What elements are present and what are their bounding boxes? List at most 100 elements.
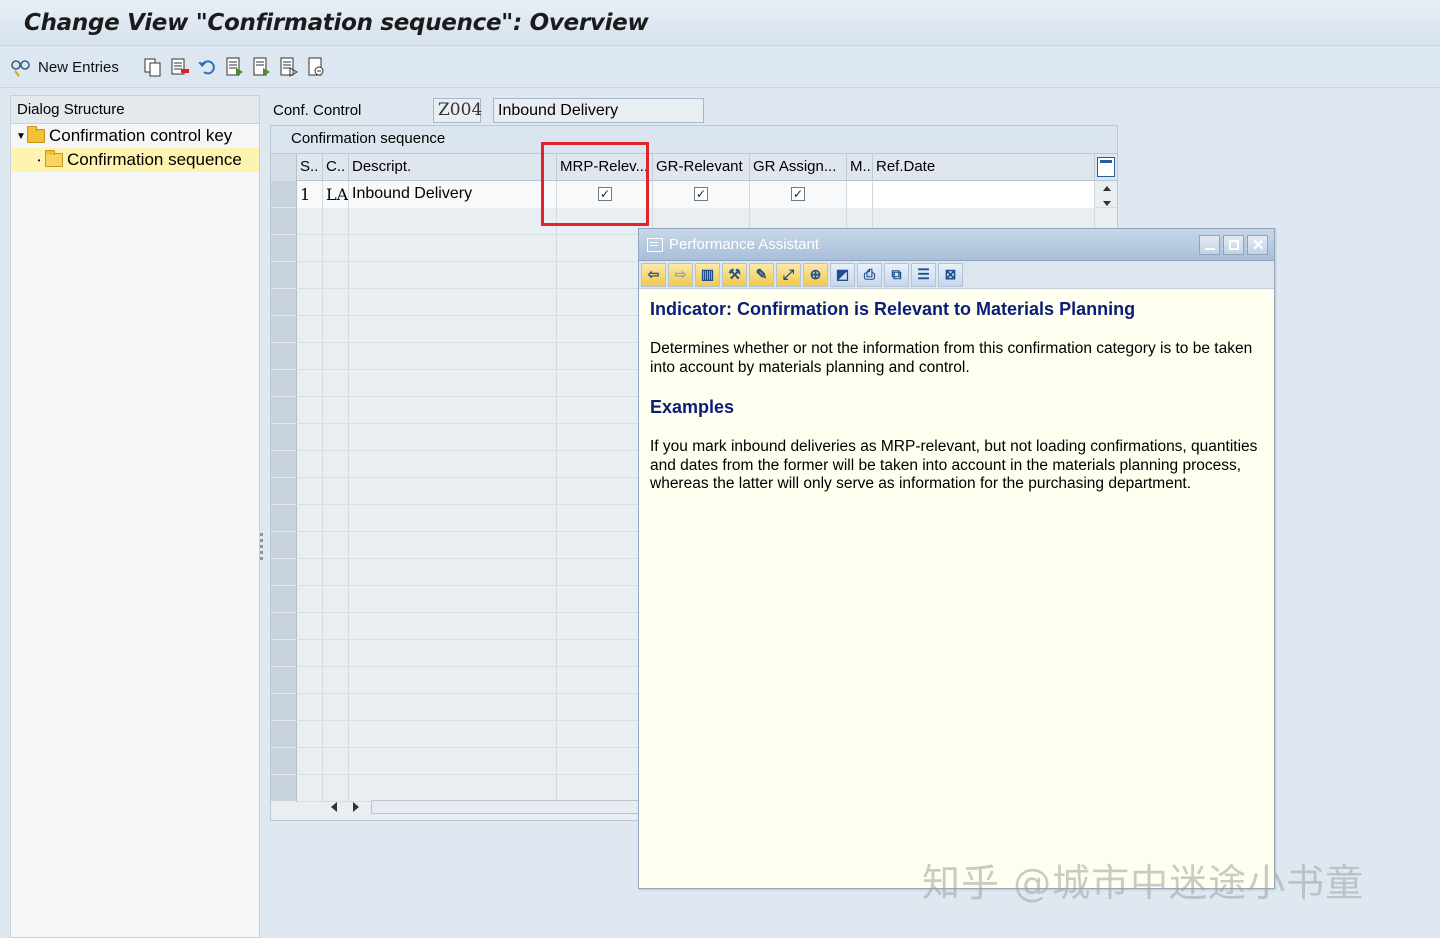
- print-view-button[interactable]: [306, 55, 328, 79]
- row-selector[interactable]: [271, 316, 297, 343]
- forward-button[interactable]: ⇨: [668, 262, 693, 287]
- table-cell-empty: [349, 235, 557, 262]
- column-header-gr-assign[interactable]: GR Assign...: [750, 154, 847, 181]
- pencil-icon: ✎: [755, 266, 768, 282]
- copy-as-button[interactable]: [142, 55, 164, 79]
- table-cell-empty: [297, 208, 323, 235]
- table-row[interactable]: 1 LA Inbound Delivery ✓ ✓ ✓: [271, 181, 1117, 208]
- folder-icon: [27, 126, 45, 143]
- cell-category[interactable]: LA: [323, 181, 349, 208]
- cell-seq[interactable]: 1: [297, 181, 323, 208]
- deselect-all-button[interactable]: [278, 55, 300, 79]
- performance-assistant-titlebar[interactable]: Performance Assistant ✕: [639, 229, 1274, 261]
- undo-button[interactable]: [196, 55, 218, 79]
- table-cell-empty: [323, 694, 349, 721]
- row-selector[interactable]: [271, 370, 297, 397]
- table-cell-empty: [349, 397, 557, 424]
- column-header-m[interactable]: M..: [847, 154, 873, 181]
- print-button[interactable]: ⎙: [857, 262, 882, 287]
- table-cell-empty: [349, 316, 557, 343]
- row-selector[interactable]: [271, 694, 297, 721]
- row-selector[interactable]: [271, 667, 297, 694]
- select-block-button[interactable]: [251, 55, 273, 79]
- table-cell-empty: [297, 424, 323, 451]
- row-selector[interactable]: [271, 424, 297, 451]
- row-selector[interactable]: [271, 559, 297, 586]
- application-help-button[interactable]: ▥: [695, 262, 720, 287]
- back-button[interactable]: ⇦: [641, 262, 666, 287]
- row-selector[interactable]: [271, 235, 297, 262]
- row-selector[interactable]: [271, 478, 297, 505]
- scroll-track[interactable]: [371, 800, 661, 814]
- cell-m[interactable]: [847, 181, 873, 208]
- column-header-description[interactable]: Descript.: [349, 154, 557, 181]
- row-selector[interactable]: [271, 748, 297, 775]
- extended-help-button[interactable]: ⤢: [776, 262, 801, 287]
- scroll-right-icon[interactable]: [353, 802, 359, 812]
- gr-assign-checkbox[interactable]: ✓: [791, 187, 805, 201]
- row-selector[interactable]: [271, 775, 297, 802]
- document-button[interactable]: ☰: [911, 262, 936, 287]
- select-all-button[interactable]: [224, 55, 246, 79]
- column-header-ref-date[interactable]: Ref.Date: [873, 154, 1095, 181]
- table-cell-empty: [297, 451, 323, 478]
- row-selector[interactable]: [271, 640, 297, 667]
- performance-assistant-body: Indicator: Confirmation is Relevant to M…: [639, 289, 1274, 524]
- application-toolbar: New Entries: [0, 46, 1440, 88]
- minimize-button[interactable]: [1199, 235, 1220, 255]
- delete-button[interactable]: [169, 55, 191, 79]
- scroll-down-icon[interactable]: [1103, 201, 1111, 206]
- row-selector[interactable]: [271, 586, 297, 613]
- row-selector[interactable]: [271, 397, 297, 424]
- new-entries-button[interactable]: New Entries: [10, 55, 119, 79]
- close-button[interactable]: ✕: [1247, 235, 1268, 255]
- edit-button[interactable]: ✎: [749, 262, 774, 287]
- row-selector[interactable]: [271, 613, 297, 640]
- row-selector[interactable]: [271, 181, 297, 208]
- expand-arrow-icon[interactable]: ▼: [15, 131, 27, 142]
- tools-icon: ⚒: [728, 266, 741, 282]
- select-all-icon: [224, 56, 246, 78]
- row-selector[interactable]: [271, 721, 297, 748]
- row-selector[interactable]: [271, 208, 297, 235]
- table-cell-empty: [297, 559, 323, 586]
- open-folder-icon: [45, 150, 63, 167]
- panel-splitter[interactable]: [259, 530, 265, 566]
- book-icon: ▥: [700, 266, 715, 282]
- scroll-left-icon[interactable]: [331, 802, 337, 812]
- hierarchy-button[interactable]: ⊕: [803, 262, 828, 287]
- vertical-scrollbar[interactable]: [1097, 182, 1117, 226]
- row-selector[interactable]: [271, 505, 297, 532]
- table-cell-empty: [297, 532, 323, 559]
- technical-info-button[interactable]: ⚒: [722, 262, 747, 287]
- table-cell-empty: [349, 721, 557, 748]
- column-header-gr-relevant[interactable]: GR-Relevant: [653, 154, 750, 181]
- table-cell-empty: [349, 208, 557, 235]
- scroll-up-icon[interactable]: [1103, 186, 1111, 191]
- tree-item-confirmation-control-key[interactable]: ▼ Confirmation control key: [11, 124, 259, 148]
- horizontal-scrollbar[interactable]: [323, 798, 663, 814]
- row-selector[interactable]: [271, 262, 297, 289]
- table-cell-empty: [297, 262, 323, 289]
- link-button[interactable]: ⧉: [884, 262, 909, 287]
- column-header-category[interactable]: C..: [323, 154, 349, 181]
- table-cell-empty: [349, 343, 557, 370]
- close-help-button[interactable]: ⊠: [938, 262, 963, 287]
- gr-relevant-checkbox[interactable]: ✓: [694, 187, 708, 201]
- row-selector[interactable]: [271, 289, 297, 316]
- table-cell-empty: [323, 667, 349, 694]
- row-selector[interactable]: [271, 451, 297, 478]
- cell-description[interactable]: Inbound Delivery: [349, 181, 557, 208]
- table-cell-empty: [349, 667, 557, 694]
- table-cell-empty: [297, 613, 323, 640]
- table-settings-icon[interactable]: [1097, 157, 1115, 177]
- select-all-rows-cell[interactable]: [271, 154, 297, 181]
- help-paragraph-examples: If you mark inbound deliveries as MRP-re…: [650, 438, 1258, 492]
- bookmark-button[interactable]: ◩: [830, 262, 855, 287]
- cell-ref-date[interactable]: [873, 181, 1095, 208]
- maximize-button[interactable]: [1223, 235, 1244, 255]
- column-header-seq[interactable]: S..: [297, 154, 323, 181]
- row-selector[interactable]: [271, 532, 297, 559]
- tree-item-confirmation-sequence[interactable]: • Confirmation sequence: [11, 148, 259, 172]
- row-selector[interactable]: [271, 343, 297, 370]
